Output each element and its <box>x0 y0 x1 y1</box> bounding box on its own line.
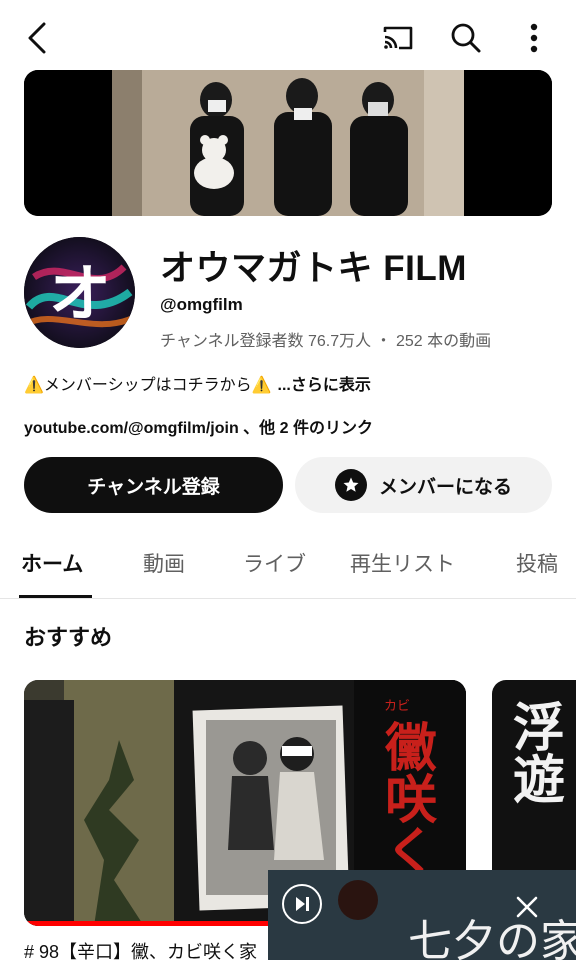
tab-live[interactable]: ライブ <box>243 548 306 578</box>
member-label: メンバーになる <box>378 476 512 498</box>
channel-title: オウマガトキ FILM <box>160 249 467 288</box>
channel-stats: チャンネル登録者数 76.7万人 ・ 252 本の動画 <box>160 333 492 350</box>
channel-links[interactable]: youtube.com/@omgfilm/join 、他 2 件のリンク <box>24 414 373 438</box>
play-pause-icon[interactable] <box>282 884 322 924</box>
tab-videos[interactable]: 動画 <box>143 548 185 578</box>
show-more-link[interactable]: ...さらに表示 <box>278 377 371 394</box>
channel-banner <box>24 70 552 216</box>
subscribe-button[interactable]: チャンネル登録 <box>24 457 283 513</box>
channel-description[interactable]: ⚠️メンバーシップはコチラから⚠️ ...さらに表示 <box>24 371 371 395</box>
section-title: おすすめ <box>24 625 113 650</box>
channel-handle: @omgfilm <box>160 295 243 314</box>
tab-posts[interactable]: 投稿 <box>516 548 558 578</box>
channel-avatar[interactable]: オ <box>24 237 135 348</box>
search-icon[interactable] <box>446 18 486 58</box>
back-arrow-icon[interactable] <box>18 18 58 58</box>
star-icon <box>334 469 367 501</box>
mini-player[interactable]: 七夕の家 <box>268 870 576 960</box>
description-text: ⚠️メンバーシップはコチラから⚠️ <box>24 377 272 394</box>
tab-home[interactable]: ホーム <box>21 548 83 578</box>
close-icon[interactable] <box>512 892 542 922</box>
channel-tabs: ホーム 動画 ライブ 再生リスト 投稿 <box>0 530 576 599</box>
next-thumb-text: 浮遊 <box>504 700 565 804</box>
active-tab-indicator <box>19 595 92 598</box>
more-vert-icon[interactable] <box>514 18 554 58</box>
thumb-ruby-text: カビ <box>384 699 410 714</box>
subscribe-label: チャンネル登録 <box>87 476 220 498</box>
cast-icon[interactable] <box>378 18 418 58</box>
tab-playlists[interactable]: 再生リスト <box>350 548 455 578</box>
top-app-bar <box>0 0 576 70</box>
avatar-glyph: オ <box>49 257 111 330</box>
join-membership-button[interactable]: メンバーになる <box>295 457 552 513</box>
mini-player-title: 七夕の家 <box>408 916 576 960</box>
